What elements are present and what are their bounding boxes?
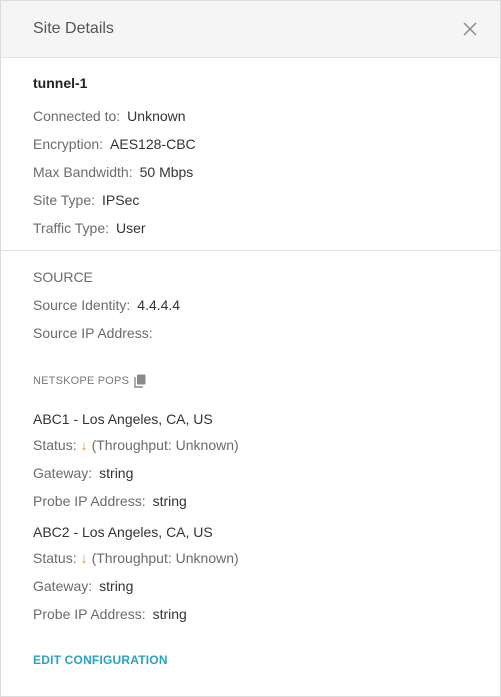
pop-2-status-row: Status: ↓ (Throughput: Unknown) [33,550,239,566]
pop-2-gateway-label: Gateway: [33,578,93,594]
source-title: SOURCE [33,269,93,285]
pop-1-status-label: Status: [33,437,77,453]
source-ip-label: Source IP Address: [33,325,153,341]
source-identity-label: Source Identity: [33,297,131,313]
pop-2-throughput: (Throughput: Unknown) [91,550,239,566]
copy-icon[interactable] [134,374,146,388]
encryption-label: Encryption: [33,136,104,152]
connected-to-label: Connected to: [33,108,121,124]
max-bandwidth-row: Max Bandwidth: 50 Mbps [33,164,193,180]
arrow-down-icon: ↓ [80,437,88,453]
pop-1-gateway-label: Gateway: [33,465,93,481]
site-type-label: Site Type: [33,192,96,208]
tunnel-section: tunnel-1 Connected to: Unknown Encryption… [1,58,500,251]
netskope-pops-label: NETSKOPE POPS [33,375,130,387]
pop-1-status-row: Status: ↓ (Throughput: Unknown) [33,437,239,453]
max-bandwidth-label: Max Bandwidth: [33,164,133,180]
pop-1-probe-value: string [152,493,187,509]
pop-2-status-label: Status: [33,550,77,566]
pop-1-probe-row: Probe IP Address: string [33,493,187,509]
panel-title: Site Details [33,20,114,37]
traffic-type-row: Traffic Type: User [33,220,146,236]
pop-2-gateway-value: string [99,578,134,594]
site-details-panel: Site Details tunnel-1 Connected to: Unkno… [0,0,501,697]
encryption-row: Encryption: AES128-CBC [33,136,196,152]
pop-1-gateway-row: Gateway: string [33,465,133,481]
tunnel-name: tunnel-1 [33,75,88,91]
pop-1-name: ABC1 - Los Angeles, CA, US [33,411,213,427]
encryption-value: AES128-CBC [110,136,196,152]
pop-2-probe-label: Probe IP Address: [33,606,146,622]
connected-to-row: Connected to: Unknown [33,108,186,124]
source-ip-row: Source IP Address: [33,325,160,341]
panel-header: Site Details [1,1,500,58]
max-bandwidth-value: 50 Mbps [139,164,194,180]
netskope-pops-title: NETSKOPE POPS [33,374,146,388]
pop-2-probe-value: string [152,606,187,622]
close-icon[interactable] [462,21,478,37]
pop-1-probe-label: Probe IP Address: [33,493,146,509]
source-identity-row: Source Identity: 4.4.4.4 [33,297,180,313]
connected-to-value: Unknown [127,108,186,124]
pop-2-probe-row: Probe IP Address: string [33,606,187,622]
site-type-value: IPSec [102,192,140,208]
pop-2-gateway-row: Gateway: string [33,578,133,594]
arrow-down-icon: ↓ [80,550,88,566]
traffic-type-label: Traffic Type: [33,220,109,236]
traffic-type-value: User [116,220,146,236]
source-identity-value: 4.4.4.4 [137,297,181,313]
pop-1-gateway-value: string [99,465,134,481]
site-type-row: Site Type: IPSec [33,192,139,208]
edit-configuration-link[interactable]: EDIT CONFIGURATION [33,653,168,667]
pop-1-throughput: (Throughput: Unknown) [91,437,239,453]
pop-2-name: ABC2 - Los Angeles, CA, US [33,524,213,540]
